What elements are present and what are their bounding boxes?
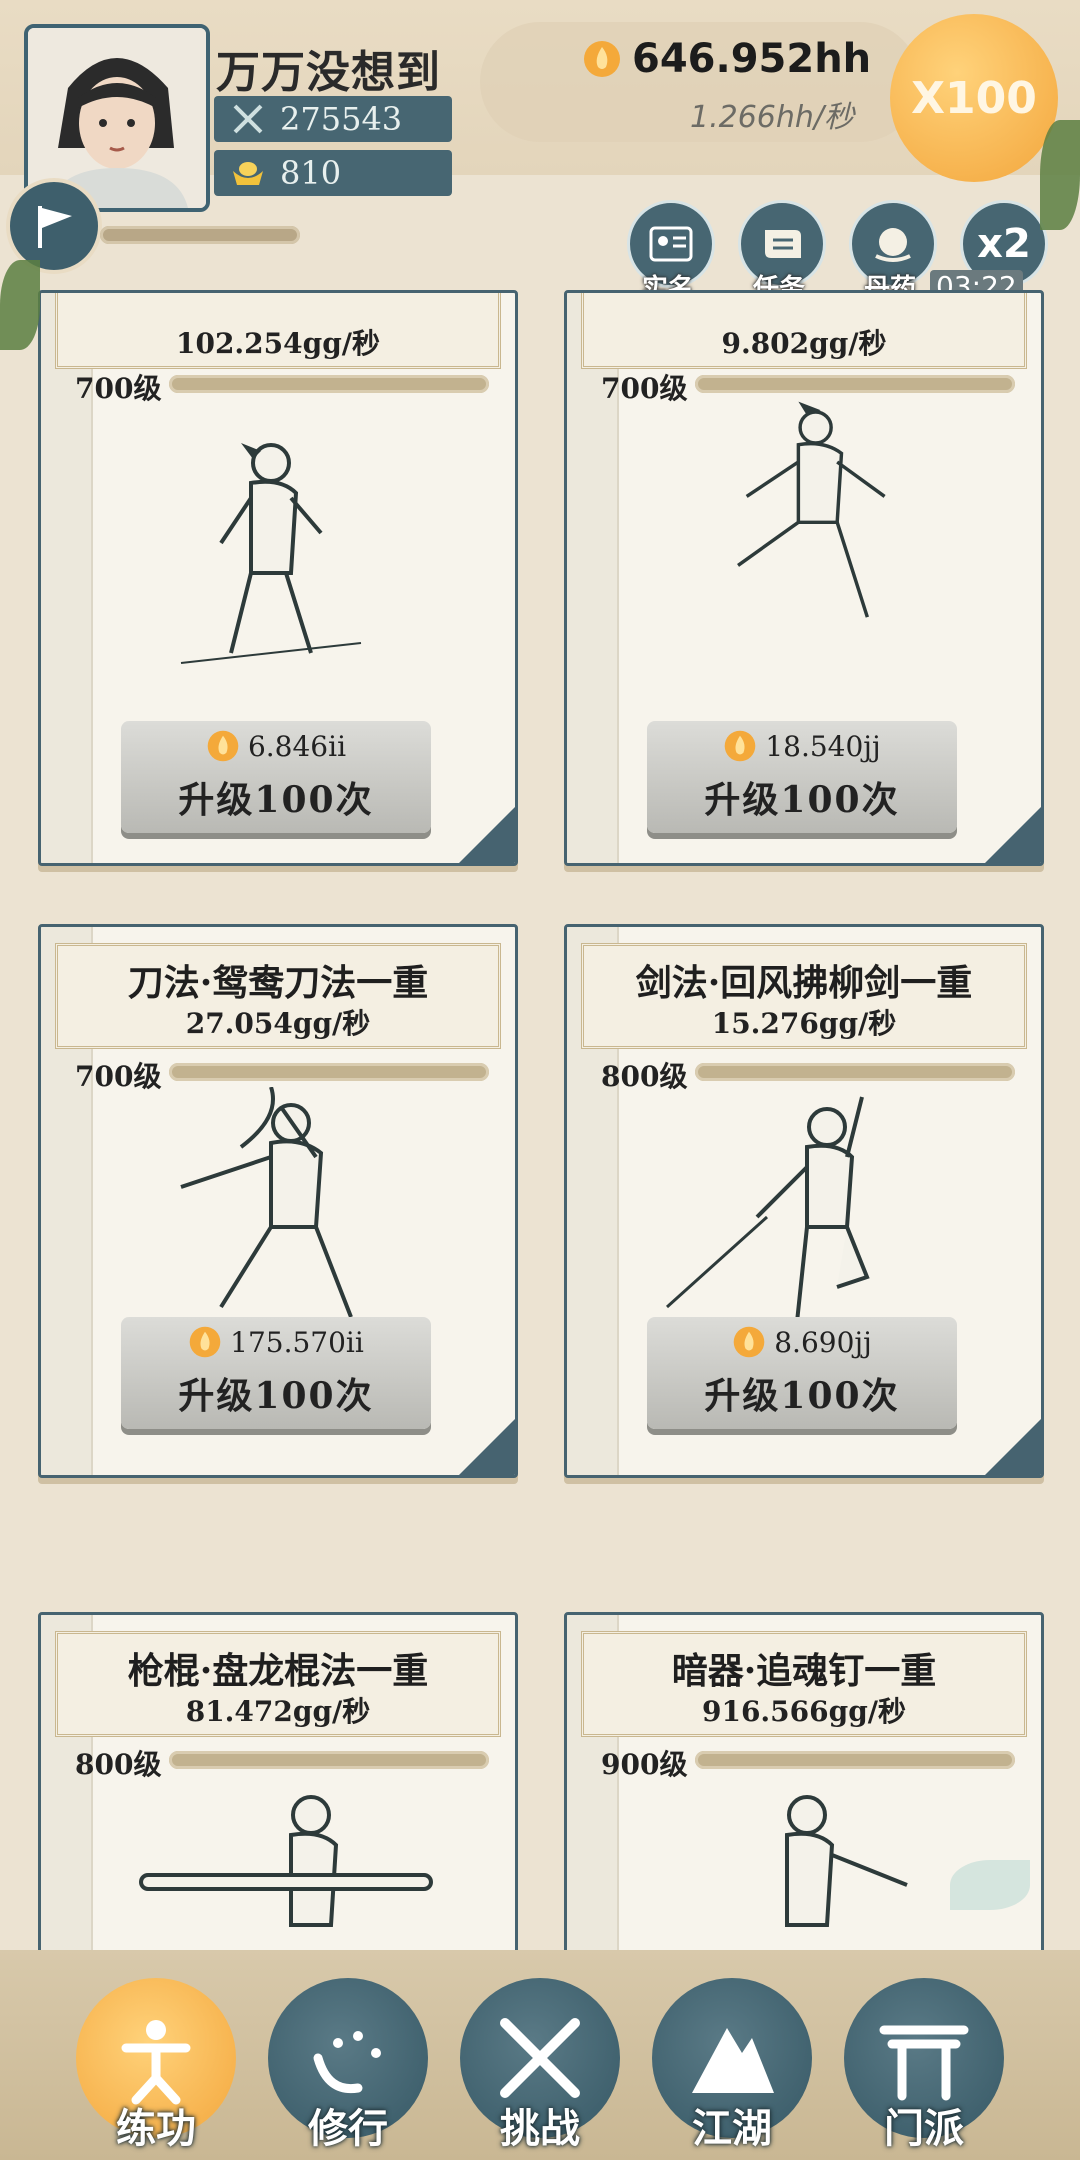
vine-decoration: [0, 260, 40, 350]
lotus-decoration: [950, 1860, 1030, 1910]
card-corner: [457, 805, 515, 863]
skill-card: 9.802gg/秒 700级 18.540jj 升级100次: [564, 290, 1044, 866]
pill-icon: [875, 228, 911, 262]
multiplier-button[interactable]: X100: [890, 14, 1058, 182]
upgrade-button[interactable]: 8.690jj 升级100次: [647, 1317, 957, 1429]
currency-rate: 1.266hh/秒: [690, 100, 855, 135]
power-stat: 275543: [214, 96, 452, 142]
skill-rate: 916.566gg/秒: [701, 1695, 907, 1728]
gate-icon: [879, 2025, 969, 2101]
skill-level-bar: [695, 1063, 1015, 1081]
card-title-box: 102.254gg/秒: [55, 293, 501, 369]
martial-artist-figure: [180, 443, 362, 664]
swordsman-figure: [665, 1096, 870, 1323]
upgrade-button[interactable]: 175.570ii 升级100次: [121, 1317, 431, 1429]
upgrade-cost: 18.540jj: [647, 729, 957, 763]
fire-coin-icon: [733, 1326, 765, 1358]
gold-ingot-icon: [228, 153, 268, 193]
currency-amount: 646.952hh: [582, 36, 871, 82]
upgrade-label: 升级100次: [178, 1375, 374, 1417]
upgrade-label: 升级100次: [704, 779, 900, 821]
currency-amount-text: 646.952hh: [632, 36, 872, 82]
nav-challenge-label: 挑战: [500, 2105, 580, 2152]
card-title-box: 剑法·回风拂柳剑一重 15.276gg/秒: [581, 943, 1027, 1049]
top-header: 万万没想到 275543 810 646.952hh 1.266hh/秒 X10…: [0, 0, 1080, 304]
flag-icon: [38, 206, 72, 248]
fire-coin-icon: [207, 730, 239, 762]
player-name: 万万没想到: [216, 47, 441, 98]
skill-card: 102.254gg/秒 700级 6.846ii 升级100次: [38, 290, 518, 866]
card-title-box: 枪棍·盘龙棍法一重 81.472gg/秒: [55, 1631, 501, 1737]
card-corner: [457, 1417, 515, 1475]
skill-level-bar: [695, 1751, 1015, 1769]
vine-decoration: [1040, 120, 1080, 230]
skill-level-bar: [695, 375, 1015, 393]
martial-artist-figure: [737, 401, 886, 618]
sword-fighter-figure: [161, 1087, 381, 1323]
skill-card: 枪棍·盘龙棍法一重 81.472gg/秒 800级: [38, 1612, 518, 1978]
skill-title: 刀法·鸳鸯刀法一重: [127, 962, 429, 1004]
upgrade-label: 升级100次: [704, 1375, 900, 1417]
hidden-weapon-figure: [785, 1795, 908, 1927]
card-corner: [983, 805, 1041, 863]
nav-sect-label: 门派: [884, 2105, 964, 2152]
nav-jianghu-label: 江湖: [692, 2105, 772, 2152]
fire-coin-icon: [189, 1326, 221, 1358]
crossed-swords-icon: [228, 99, 268, 139]
practice-icon: [121, 2020, 191, 2105]
upgrade-cost-text: 8.690jj: [774, 1325, 872, 1359]
nav-cultivate-label: 修行: [308, 2105, 388, 2152]
id-card-icon: [649, 226, 693, 262]
upgrade-cost: 8.690jj: [647, 1325, 957, 1359]
skill-level-bar: [169, 375, 489, 393]
upgrade-cost-text: 18.540jj: [765, 729, 881, 763]
nav-practice-label: 练功: [116, 2105, 196, 2152]
skill-card: 暗器·追魂钉一重 916.566gg/秒 900级: [564, 1612, 1044, 1978]
skill-rate: 9.802gg/秒: [721, 327, 887, 360]
upgrade-cost: 6.846ii: [121, 729, 431, 763]
ingot-stat: 810: [214, 150, 452, 196]
ingot-value: 810: [280, 154, 342, 192]
card-corner: [983, 1417, 1041, 1475]
skill-card: 剑法·回风拂柳剑一重 15.276gg/秒 800级 8.690jj 升级100…: [564, 924, 1044, 1478]
skill-level: 700级: [75, 372, 162, 405]
card-title-box: 9.802gg/秒: [581, 293, 1027, 369]
skill-title: 剑法·回风拂柳剑一重: [635, 962, 973, 1004]
staff-fighter-figure: [139, 1795, 433, 1927]
skill-title: 暗器·追魂钉一重: [671, 1650, 937, 1692]
skill-rate: 102.254gg/秒: [175, 327, 381, 360]
upgrade-button[interactable]: 18.540jj 升级100次: [647, 721, 957, 833]
card-title-box: 刀法·鸳鸯刀法一重 27.054gg/秒: [55, 943, 501, 1049]
upgrade-cost-text: 175.570ii: [230, 1325, 364, 1359]
mountain-icon: [692, 2028, 774, 2093]
upgrade-button[interactable]: 6.846ii 升级100次: [121, 721, 431, 833]
fire-coin-icon: [584, 41, 620, 77]
upgrade-cost: 175.570ii: [121, 1325, 431, 1359]
card-title-box: 暗器·追魂钉一重 916.566gg/秒: [581, 1631, 1027, 1737]
heart-icon: [313, 2031, 381, 2094]
skill-level-bar: [169, 1751, 489, 1769]
skill-card: 刀法·鸳鸯刀法一重 27.054gg/秒 700级 175.570ii 升级10…: [38, 924, 518, 1478]
upgrade-cost-text: 6.846ii: [247, 729, 347, 763]
upgrade-label: 升级100次: [178, 779, 374, 821]
power-value: 275543: [280, 100, 403, 138]
skill-rate: 27.054gg/秒: [185, 1007, 371, 1040]
skill-rate: 15.276gg/秒: [711, 1007, 897, 1040]
crossed-swords-icon: [500, 2018, 580, 2098]
skill-rate: 81.472gg/秒: [185, 1695, 371, 1728]
flag-progress-bar: [100, 226, 300, 244]
skill-level-bar: [169, 1063, 489, 1081]
skill-title: 枪棍·盘龙棍法一重: [127, 1650, 429, 1692]
fire-coin-icon: [725, 730, 756, 762]
scroll-icon: [765, 230, 801, 258]
